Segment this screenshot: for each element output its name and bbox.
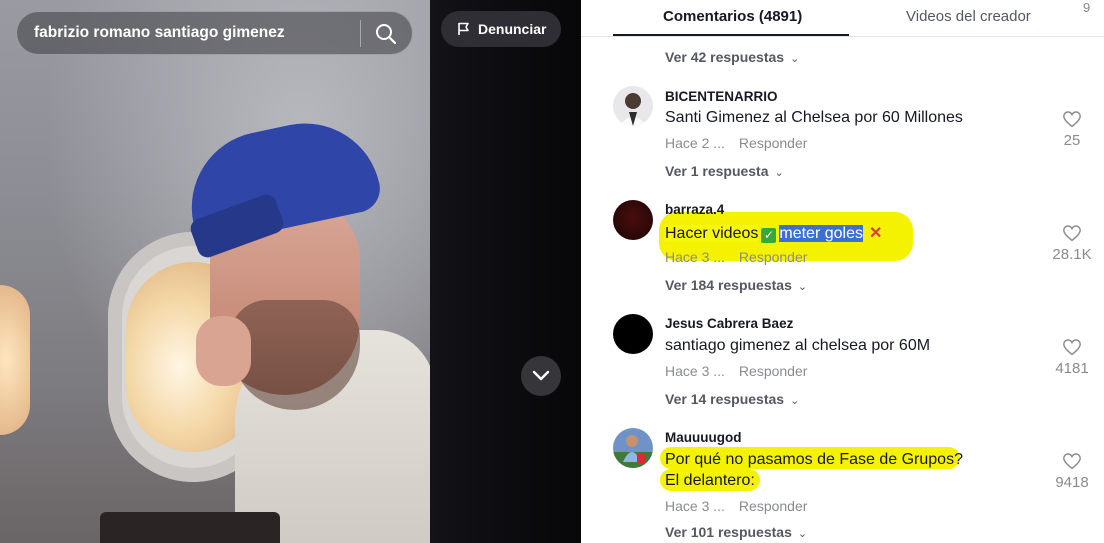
heart-icon xyxy=(1063,453,1081,470)
heart-icon xyxy=(1063,339,1081,356)
comment-text: santiago gimenez al chelsea por 60M xyxy=(665,337,931,354)
comment-text: Hacer videos ✓ meter goles ✕ xyxy=(665,223,882,243)
avatar[interactable] xyxy=(613,200,653,240)
chevron-down-icon: ⌄ xyxy=(797,528,808,540)
comment-text: Santi Gimenez al Chelsea por 60 Millones xyxy=(665,109,963,126)
reply-button[interactable]: Responder xyxy=(739,249,808,265)
like-count: 9418 xyxy=(1055,474,1089,491)
view-replies-link[interactable]: Ver 42 respuestas ⌄ xyxy=(665,49,799,65)
reply-button[interactable]: Responder xyxy=(739,363,808,379)
chevron-down-icon: ⌄ xyxy=(774,167,784,179)
comment-meta: Hace 3 ... Responder xyxy=(665,363,807,379)
comment-username[interactable]: Mauuuugod xyxy=(665,430,741,445)
video-window-left xyxy=(0,285,30,435)
search-bar[interactable]: fabrizio romano santiago gimenez xyxy=(16,11,413,55)
comment-username[interactable]: Jesus Cabrera Baez xyxy=(665,316,793,331)
comment-meta: Hace 3 ... Responder xyxy=(665,498,807,514)
comment-username[interactable]: BICENTENARRIO xyxy=(665,89,778,104)
comment-meta: Hace 3 ... Responder xyxy=(665,249,807,265)
check-mark-icon: ✓ xyxy=(761,228,777,243)
panel-tabs: Comentarios (4891) Videos del creador 9 xyxy=(581,0,1104,37)
search-icon[interactable] xyxy=(374,22,398,46)
reply-button[interactable]: Responder xyxy=(739,135,808,151)
avatar[interactable] xyxy=(613,86,653,126)
view-replies-link[interactable]: Ver 1 respuesta ⌄ xyxy=(665,163,784,179)
like-count: 28.1K xyxy=(1052,246,1092,263)
next-video-button[interactable] xyxy=(521,356,561,396)
comment-time: Hace 2 ... xyxy=(665,135,725,151)
heart-icon xyxy=(1063,225,1081,242)
video-player[interactable]: fabrizio romano santiago gimenez xyxy=(0,0,430,543)
active-tab-indicator xyxy=(613,34,849,36)
like-button[interactable]: 4181 xyxy=(1052,338,1092,377)
video-side-strip xyxy=(430,0,581,543)
video-seat xyxy=(100,512,280,543)
view-replies-label: Ver 42 respuestas xyxy=(665,49,785,65)
chevron-down-icon: ⌄ xyxy=(797,281,808,293)
comment-meta: Hace 2 ... Responder xyxy=(665,135,807,151)
flag-icon xyxy=(457,22,471,36)
avatar[interactable] xyxy=(613,428,653,468)
chevron-down-icon: ⌄ xyxy=(790,395,800,407)
video-person-hand xyxy=(196,316,251,386)
comment-username[interactable]: barraza.4 xyxy=(665,202,724,217)
avatar[interactable] xyxy=(613,314,653,354)
view-replies-label: Ver 14 respuestas xyxy=(665,391,785,407)
comment-text-line: Por qué no pasamos de Fase de Grupos? xyxy=(665,451,963,468)
tab-overflow-label: 9 xyxy=(1083,0,1091,15)
reply-button[interactable]: Responder xyxy=(739,498,808,514)
tab-creator-videos[interactable]: Videos del creador xyxy=(906,8,1031,25)
chevron-down-icon: ⌄ xyxy=(790,53,800,65)
comment-text-part: meter goles xyxy=(779,225,863,242)
comment-time: Hace 3 ... xyxy=(665,498,725,514)
heart-icon xyxy=(1063,111,1081,128)
view-replies-label: Ver 1 respuesta xyxy=(665,163,769,179)
search-query[interactable]: fabrizio romano santiago gimenez xyxy=(34,24,285,42)
report-label: Denunciar xyxy=(478,21,547,37)
like-button[interactable]: 25 xyxy=(1052,110,1092,149)
comments-panel: Comentarios (4891) Videos del creador 9 … xyxy=(581,0,1104,543)
search-divider xyxy=(360,20,361,47)
view-replies-label: Ver 101 respuestas xyxy=(665,524,792,540)
report-button[interactable]: Denunciar xyxy=(441,11,561,47)
comment-text-part: Hacer videos xyxy=(665,225,759,242)
view-replies-link[interactable]: Ver 14 respuestas ⌄ xyxy=(665,391,799,407)
comment-text-line: El delantero: xyxy=(665,472,755,489)
like-count: 25 xyxy=(1063,132,1081,149)
like-button[interactable]: 9418 xyxy=(1052,452,1092,491)
comment-time: Hace 3 ... xyxy=(665,249,725,265)
like-count: 4181 xyxy=(1055,360,1089,377)
like-button[interactable]: 28.1K xyxy=(1052,224,1092,263)
chevron-down-icon xyxy=(532,370,550,381)
view-replies-link[interactable]: Ver 184 respuestas ⌄ xyxy=(665,277,807,293)
comment-time: Hace 3 ... xyxy=(665,363,725,379)
cross-mark-icon: ✕ xyxy=(868,225,883,242)
view-replies-link[interactable]: Ver 101 respuestas ⌄ xyxy=(665,524,807,540)
tab-comments[interactable]: Comentarios (4891) xyxy=(663,8,802,25)
view-replies-label: Ver 184 respuestas xyxy=(665,277,792,293)
